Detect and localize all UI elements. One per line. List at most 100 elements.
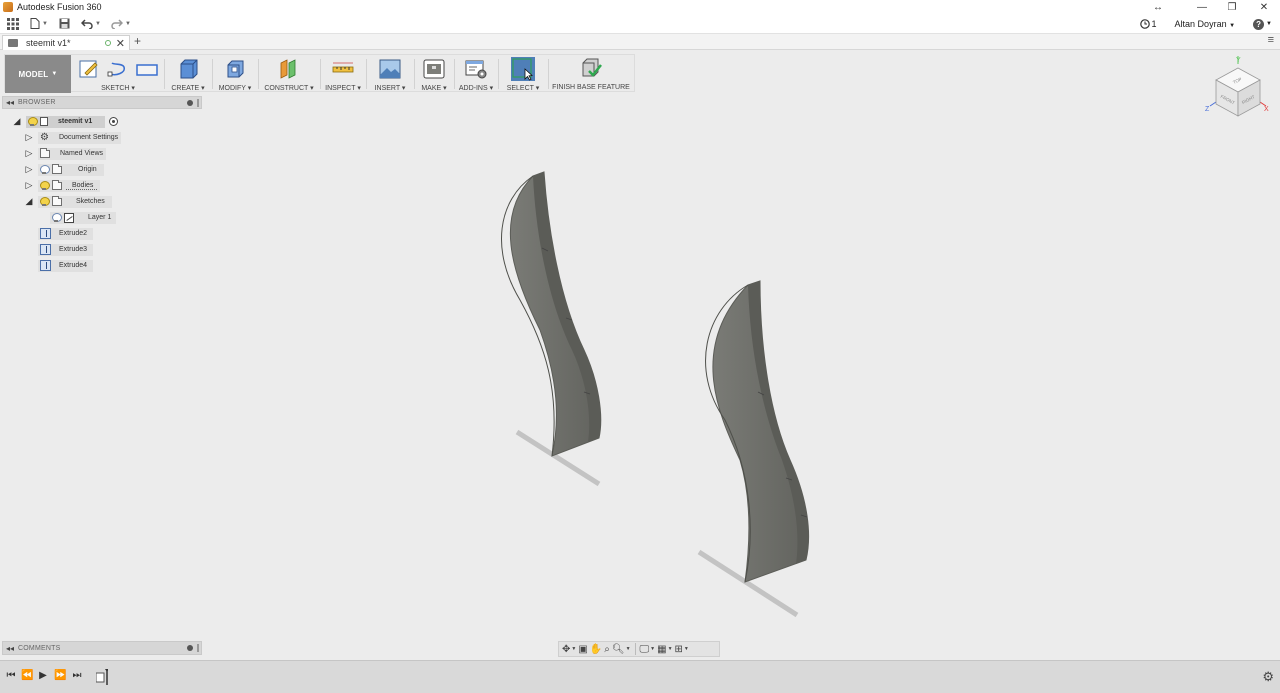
finish-base-feature-icon[interactable]	[579, 57, 603, 81]
title-bar: Autodesk Fusion 360 ↔ — ❐ ✕	[0, 0, 1280, 14]
step-back-button[interactable]: ⏪	[21, 670, 33, 684]
go-to-start-button[interactable]: ⏮	[5, 670, 17, 684]
resize-icon[interactable]: ↔	[1143, 0, 1173, 14]
undo-button[interactable]: ▼	[76, 15, 106, 33]
play-button[interactable]: ▶	[37, 670, 49, 684]
3d-print-icon[interactable]	[422, 57, 446, 81]
tree-item-layer-1[interactable]: Layer 1	[50, 211, 117, 224]
close-tab-button[interactable]: ✕	[116, 37, 125, 50]
look-at-button[interactable]: ▣	[578, 643, 587, 655]
redo-button[interactable]: ▼	[106, 15, 136, 33]
save-button[interactable]	[52, 15, 76, 33]
insert-image-icon[interactable]	[378, 57, 402, 81]
collapse-triangle-icon[interactable]: ◢	[24, 196, 34, 207]
pan-button[interactable]: ✋	[590, 643, 602, 655]
undo-icon	[81, 18, 93, 29]
tree-item-extrude4[interactable]: Extrude4	[38, 259, 94, 272]
folder-icon	[52, 179, 62, 190]
timeline-marker[interactable]	[95, 669, 109, 685]
tree-root[interactable]: ◢ steemit v1	[12, 115, 119, 128]
select-group[interactable]: SELECT ▾	[499, 55, 547, 93]
job-status[interactable]: 1	[1139, 19, 1157, 29]
tab-overflow-icon[interactable]: ≡	[1268, 34, 1274, 46]
tree-item-sketches[interactable]: ◢ Sketches	[24, 195, 112, 208]
expand-triangle-icon[interactable]: ▷	[24, 164, 34, 175]
file-menu-button[interactable]: ▼	[26, 15, 52, 33]
timeline-settings-gear-icon[interactable]: ⚙	[1262, 669, 1274, 685]
extruded-body-right[interactable]	[705, 280, 810, 583]
display-settings-button[interactable]: 🖵︎ ▼	[640, 643, 656, 655]
addins-group[interactable]: ADD-INS ▾	[455, 55, 497, 93]
tree-item-extrude3[interactable]: Extrude3	[38, 243, 94, 256]
expand-comments-icon[interactable]: ◂◂	[6, 644, 14, 653]
resize-grip-icon[interactable]	[197, 644, 199, 652]
workspace-switcher[interactable]: MODEL ▼	[5, 55, 71, 93]
tree-item-named-views[interactable]: ▷ Named Views	[24, 147, 107, 160]
data-panel-grid-icon[interactable]	[0, 15, 26, 33]
orbit-button[interactable]: ✥ ▼	[562, 643, 576, 655]
maximize-button[interactable]: ❐	[1217, 0, 1247, 14]
zoom-button[interactable]: ⌕	[604, 643, 610, 655]
expand-triangle-icon[interactable]: ▷	[24, 180, 34, 191]
press-pull-icon[interactable]	[223, 57, 247, 81]
modify-group[interactable]: MODIFY ▾	[213, 55, 257, 93]
insert-group-label: INSERT ▾	[374, 85, 406, 92]
inspect-group[interactable]: INSPECT ▾	[321, 55, 365, 93]
select-tool-icon[interactable]	[511, 57, 535, 81]
go-to-end-button[interactable]: ⏭	[71, 670, 83, 684]
line-tool-icon[interactable]	[106, 57, 130, 81]
finish-base-feature-label: FINISH BASE FEATURE	[552, 84, 630, 91]
scripts-addins-icon[interactable]	[464, 57, 488, 81]
make-group[interactable]: MAKE ▾	[415, 55, 453, 93]
axis-x-label: X	[1264, 106, 1269, 113]
grid-snaps-button[interactable]: ▦ ▼	[657, 643, 672, 655]
create-group[interactable]: CREATE ▾	[165, 55, 211, 93]
close-window-button[interactable]: ✕	[1249, 0, 1279, 14]
measure-icon[interactable]	[331, 57, 355, 81]
viewports-button[interactable]: ⊞ ▼	[675, 643, 689, 655]
rectangle-tool-icon[interactable]	[135, 57, 159, 81]
fit-button[interactable]: 🔍︎ ▼	[612, 643, 631, 655]
extrude-icon[interactable]	[176, 57, 200, 81]
visibility-bulb-icon[interactable]	[40, 197, 50, 206]
tree-item-document-settings[interactable]: ▷ ⚙ Document Settings	[24, 131, 122, 144]
browser-title: BROWSER	[18, 99, 56, 106]
visibility-bulb-off-icon[interactable]	[52, 213, 62, 222]
help-menu[interactable]: ? ▼	[1253, 18, 1272, 30]
construct-group[interactable]: CONSTRUCT ▾	[259, 55, 319, 93]
collapse-triangle-icon[interactable]: ◢	[12, 116, 22, 127]
activate-radio-icon[interactable]	[109, 117, 119, 126]
sketch-group[interactable]: SKETCH ▾	[73, 55, 163, 93]
resize-grip-icon[interactable]	[197, 98, 199, 107]
pin-comments-icon[interactable]	[187, 645, 193, 651]
visibility-bulb-icon[interactable]	[28, 117, 38, 126]
document-tab-label: steemit v1*	[26, 38, 71, 48]
3d-viewport[interactable]	[0, 50, 1280, 660]
insert-group[interactable]: INSERT ▾	[367, 55, 413, 93]
extruded-body-left[interactable]	[501, 171, 602, 457]
expand-triangle-icon[interactable]: ▷	[24, 148, 34, 159]
finish-base-feature-button[interactable]: FINISH BASE FEATURE	[549, 55, 633, 93]
view-cube[interactable]: Y X Z TOP FRONT RIGHT	[1200, 54, 1276, 126]
visibility-bulb-off-icon[interactable]	[40, 165, 50, 174]
expand-triangle-icon[interactable]: ▷	[24, 132, 34, 143]
offset-plane-icon[interactable]	[277, 57, 301, 81]
hand-icon: ✋	[589, 643, 603, 655]
create-sketch-icon[interactable]	[77, 57, 101, 81]
new-tab-button[interactable]: +	[134, 34, 141, 48]
canvas-scene[interactable]	[0, 50, 1280, 660]
minimize-button[interactable]: —	[1187, 0, 1217, 14]
step-forward-button[interactable]: ⏩	[54, 670, 66, 684]
modify-group-label: MODIFY ▾	[218, 85, 252, 92]
orbit-icon: ✥	[562, 643, 571, 655]
pin-browser-icon[interactable]	[187, 99, 193, 106]
tree-item-extrude2[interactable]: Extrude2	[38, 227, 94, 240]
collapse-browser-icon[interactable]: ◂◂	[6, 98, 14, 107]
comments-panel-header[interactable]: ◂◂ COMMENTS	[2, 641, 202, 655]
document-tab[interactable]: steemit v1* ✕	[2, 35, 130, 50]
visibility-bulb-icon[interactable]	[40, 181, 50, 190]
browser-panel-header[interactable]: ◂◂ BROWSER	[2, 96, 202, 109]
tree-item-origin[interactable]: ▷ Origin	[24, 163, 104, 176]
user-account-menu[interactable]: Altan Doyran ▼	[1175, 19, 1236, 29]
tree-item-bodies[interactable]: ▷ Bodies	[24, 179, 101, 192]
